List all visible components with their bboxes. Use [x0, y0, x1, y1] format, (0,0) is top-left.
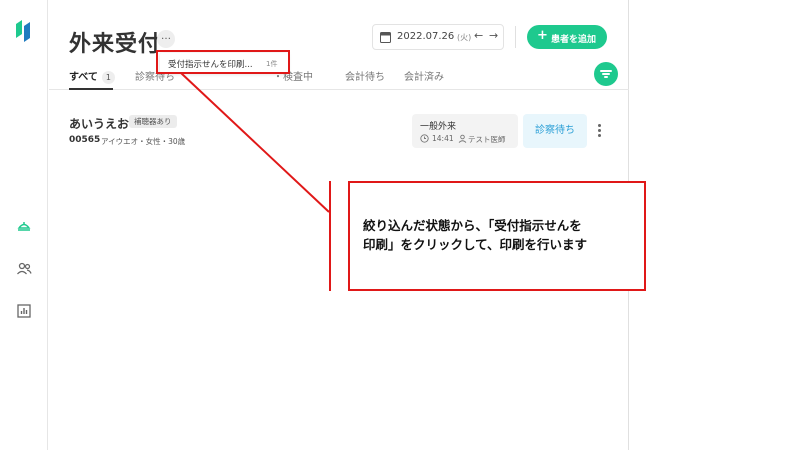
callout-line-2: 印刷」をクリックして、印刷を行います: [363, 237, 588, 252]
annotation-callout: 絞り込んだ状態から、「受付指示せんを 印刷」をクリックして、印刷を行います: [348, 181, 646, 291]
annotation-bar: [329, 181, 331, 291]
callout-line-1: 絞り込んだ状態から、「受付指示せんを: [363, 218, 582, 233]
callout-text: 絞り込んだ状態から、「受付指示せんを 印刷」をクリックして、印刷を行います: [363, 216, 643, 254]
